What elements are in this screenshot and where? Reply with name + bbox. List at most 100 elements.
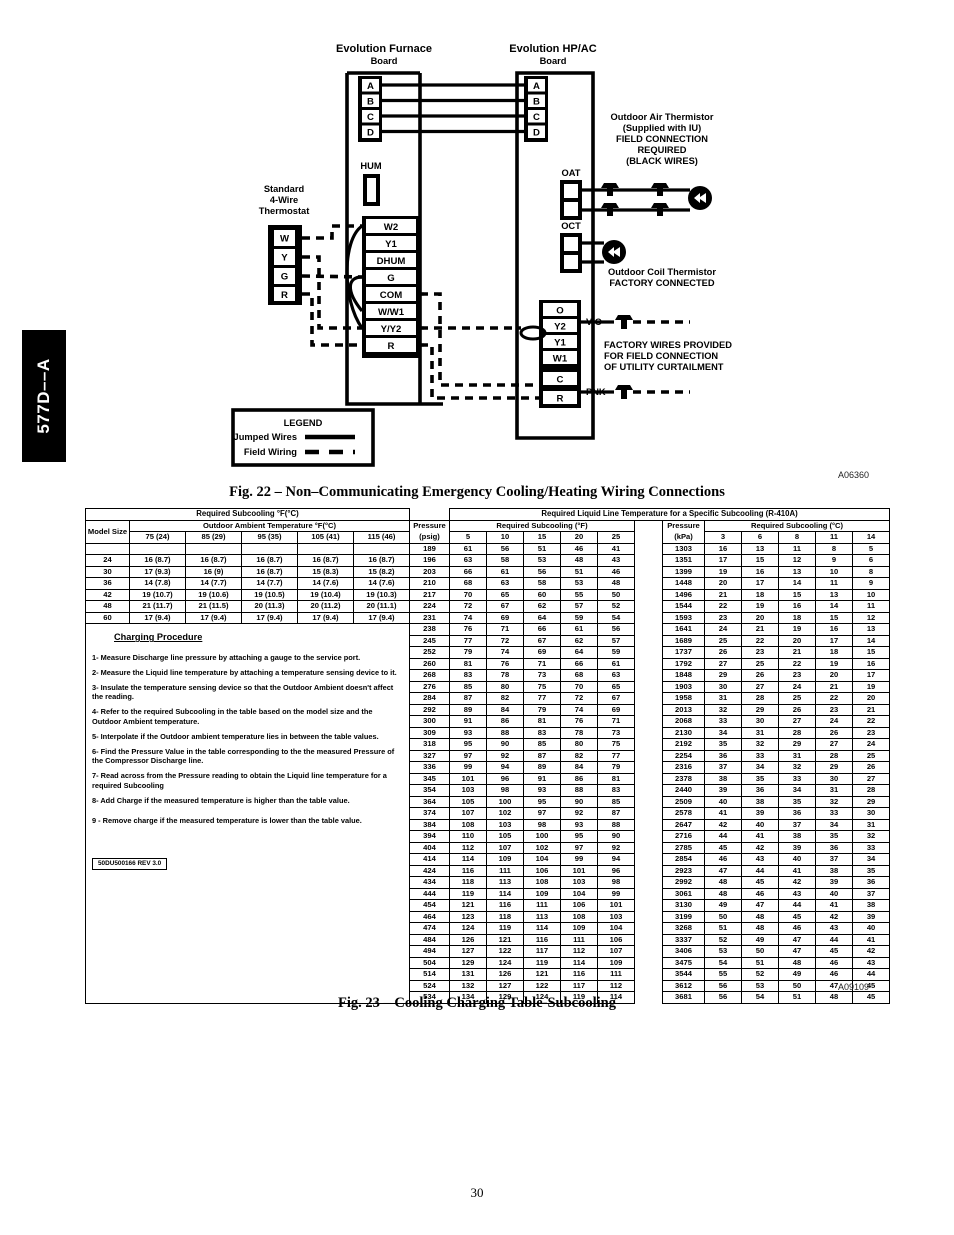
psi-subcooling-value: 94 (597, 853, 635, 866)
kpa-subcooling-value: 43 (741, 853, 779, 866)
psi-subcooling-value: 132 (449, 979, 487, 993)
kpa-subcooling-value: 16 (778, 600, 816, 613)
psi-subcooling-value: 51 (560, 565, 598, 579)
psi-subcooling-value: 81 (449, 657, 487, 671)
model-subcooling-value: 19 (10.7) (129, 588, 186, 602)
psi-subcooling-value: 110 (449, 830, 487, 843)
model-subcooling-value: 17 (9.3) (129, 565, 186, 579)
kpa-pressure-value: 2192 (662, 738, 705, 751)
kpa-subcooling-value: 15 (851, 646, 891, 659)
psi-subcooling-value: 116 (486, 899, 524, 912)
kpa-subcooling-value: 46 (815, 956, 853, 970)
hpac-terminal-W1: W1 (553, 354, 568, 365)
fig23-art-code: A09109 (838, 982, 870, 992)
oat-thermistor-wiring (582, 183, 712, 216)
section-gap (635, 854, 663, 866)
psi-subcooling-value: 66 (523, 623, 561, 636)
kpa-subcooling-value: 24 (704, 623, 742, 636)
psi-subcooling-value: 62 (523, 600, 561, 613)
psi-pressure-value: 484 (409, 933, 450, 947)
psi-subcooling-value: 56 (597, 623, 635, 636)
model-size-value: 60 (85, 611, 130, 625)
psi-subcool-col-0: 5 (449, 531, 487, 544)
kpa-subcooling-value: 11 (778, 542, 816, 556)
kpa-subcooling-value: 38 (851, 899, 891, 912)
kpa-pressure-value: 2509 (662, 795, 705, 809)
charging-procedure-step: 9 - Remove charge if the measured temper… (92, 816, 362, 826)
kpa-subcooling-value: 19 (704, 565, 742, 579)
psi-subcooling-value: 131 (449, 968, 487, 981)
psi-pressure-value: 464 (409, 910, 450, 924)
kpa-pressure-value: 1689 (662, 634, 705, 648)
kpa-subcooling-value: 34 (704, 726, 742, 740)
kpa-subcooling-value: 41 (741, 830, 779, 843)
kpa-subcooling-value: 22 (704, 600, 742, 613)
psi-subcooling-value: 94 (486, 761, 524, 774)
kpa-subcooling-value: 15 (815, 611, 853, 625)
psi-subcooling-value: 69 (597, 703, 635, 717)
psi-pressure-value: 454 (409, 899, 450, 912)
furnace-terminal-YY2: Y/Y2 (381, 324, 402, 335)
model-subcooling-value: 14 (7.7) (241, 577, 298, 590)
psi-subcooling-value: 106 (597, 933, 635, 947)
psi-subcooling-value: 87 (597, 807, 635, 820)
kpa-subcooling-value: 25 (704, 634, 742, 648)
psi-subcooling-value: 118 (486, 910, 524, 924)
kpa-subcooling-value: 8 (851, 565, 891, 579)
section-gap (635, 911, 663, 923)
psi-subcooling-value: 75 (523, 680, 561, 694)
section-gap (635, 750, 663, 762)
psi-subcooling-value: 101 (560, 864, 598, 878)
kpa-subcooling-value: 37 (851, 887, 891, 901)
thermostat-terminal-Y: Y (281, 253, 288, 264)
fig22-art-code: A06360 (838, 470, 870, 480)
kpa-pressure-value: 2316 (662, 761, 705, 774)
model-subcooling-value: 17 (9.4) (185, 611, 242, 625)
kpa-subcooling-value: 41 (851, 933, 891, 947)
psi-subcooling-value: 104 (597, 922, 635, 935)
psi-subcooling-value: 93 (449, 726, 487, 740)
kpa-subcool-col-3: 11 (815, 531, 853, 544)
psi-pressure-value: 394 (409, 830, 450, 843)
psi-subcooling-value: 85 (449, 680, 487, 694)
kpa-subcooling-value: 48 (704, 876, 742, 889)
furnace-terminal-B: B (367, 97, 374, 108)
kpa-subcooling-value: 37 (778, 818, 816, 832)
psi-subcooling-value: 46 (597, 565, 635, 579)
psi-subcooling-value: 86 (560, 772, 598, 786)
kpa-subcooling-value: 30 (704, 680, 742, 694)
table-header-titles: Required Subcooling °F(°C) Required Liqui… (85, 508, 891, 521)
kpa-subcooling-value: 17 (704, 554, 742, 567)
kpa-subcooling-value: 6 (851, 554, 891, 567)
model-subcooling-value: 17 (9.4) (241, 611, 298, 625)
kpa-subcooling-value: 22 (778, 657, 816, 671)
psi-subcooling-value: 113 (523, 910, 561, 924)
kpa-subcooling-value: 15 (778, 588, 816, 602)
psi-subcooling-value: 83 (597, 784, 635, 797)
kpa-subcooling-value: 52 (741, 968, 779, 981)
psi-subcooling-value: 76 (560, 715, 598, 728)
kpa-subcool-col-2: 8 (778, 531, 816, 544)
ambient-col-1: 85 (29) (185, 531, 242, 544)
kpa-subcooling-value: 48 (741, 910, 779, 924)
kpa-subcooling-value: 19 (815, 657, 853, 671)
section-gap (635, 865, 663, 877)
kpa-subcooling-value: 41 (815, 899, 853, 912)
charging-procedure-step: 3- Insulate the temperature sensing devi… (92, 682, 394, 702)
section-gap (635, 693, 663, 705)
kpa-subcooling-value: 33 (741, 749, 779, 763)
kpa-subcooling-value: 48 (741, 922, 779, 935)
hpac-terminal-C: C (557, 375, 564, 386)
psi-subcooling-value: 48 (560, 554, 598, 567)
kpa-subcooling-value: 32 (778, 761, 816, 774)
kpa-pressure-value: 2130 (662, 726, 705, 740)
model-subcooling-value: 16 (8.7) (297, 554, 354, 567)
right-table-title: Required Liquid Line Temperature for a S… (448, 508, 891, 521)
kpa-subcooling-value: 20 (704, 577, 742, 590)
psi-pressure-value: 260 (409, 657, 450, 671)
section-gap (635, 980, 663, 992)
section-gap (635, 808, 663, 820)
psi-pressure-value: 292 (409, 703, 450, 717)
psi-subcooling-value: 91 (449, 715, 487, 728)
kpa-subcooling-value: 45 (704, 841, 742, 855)
